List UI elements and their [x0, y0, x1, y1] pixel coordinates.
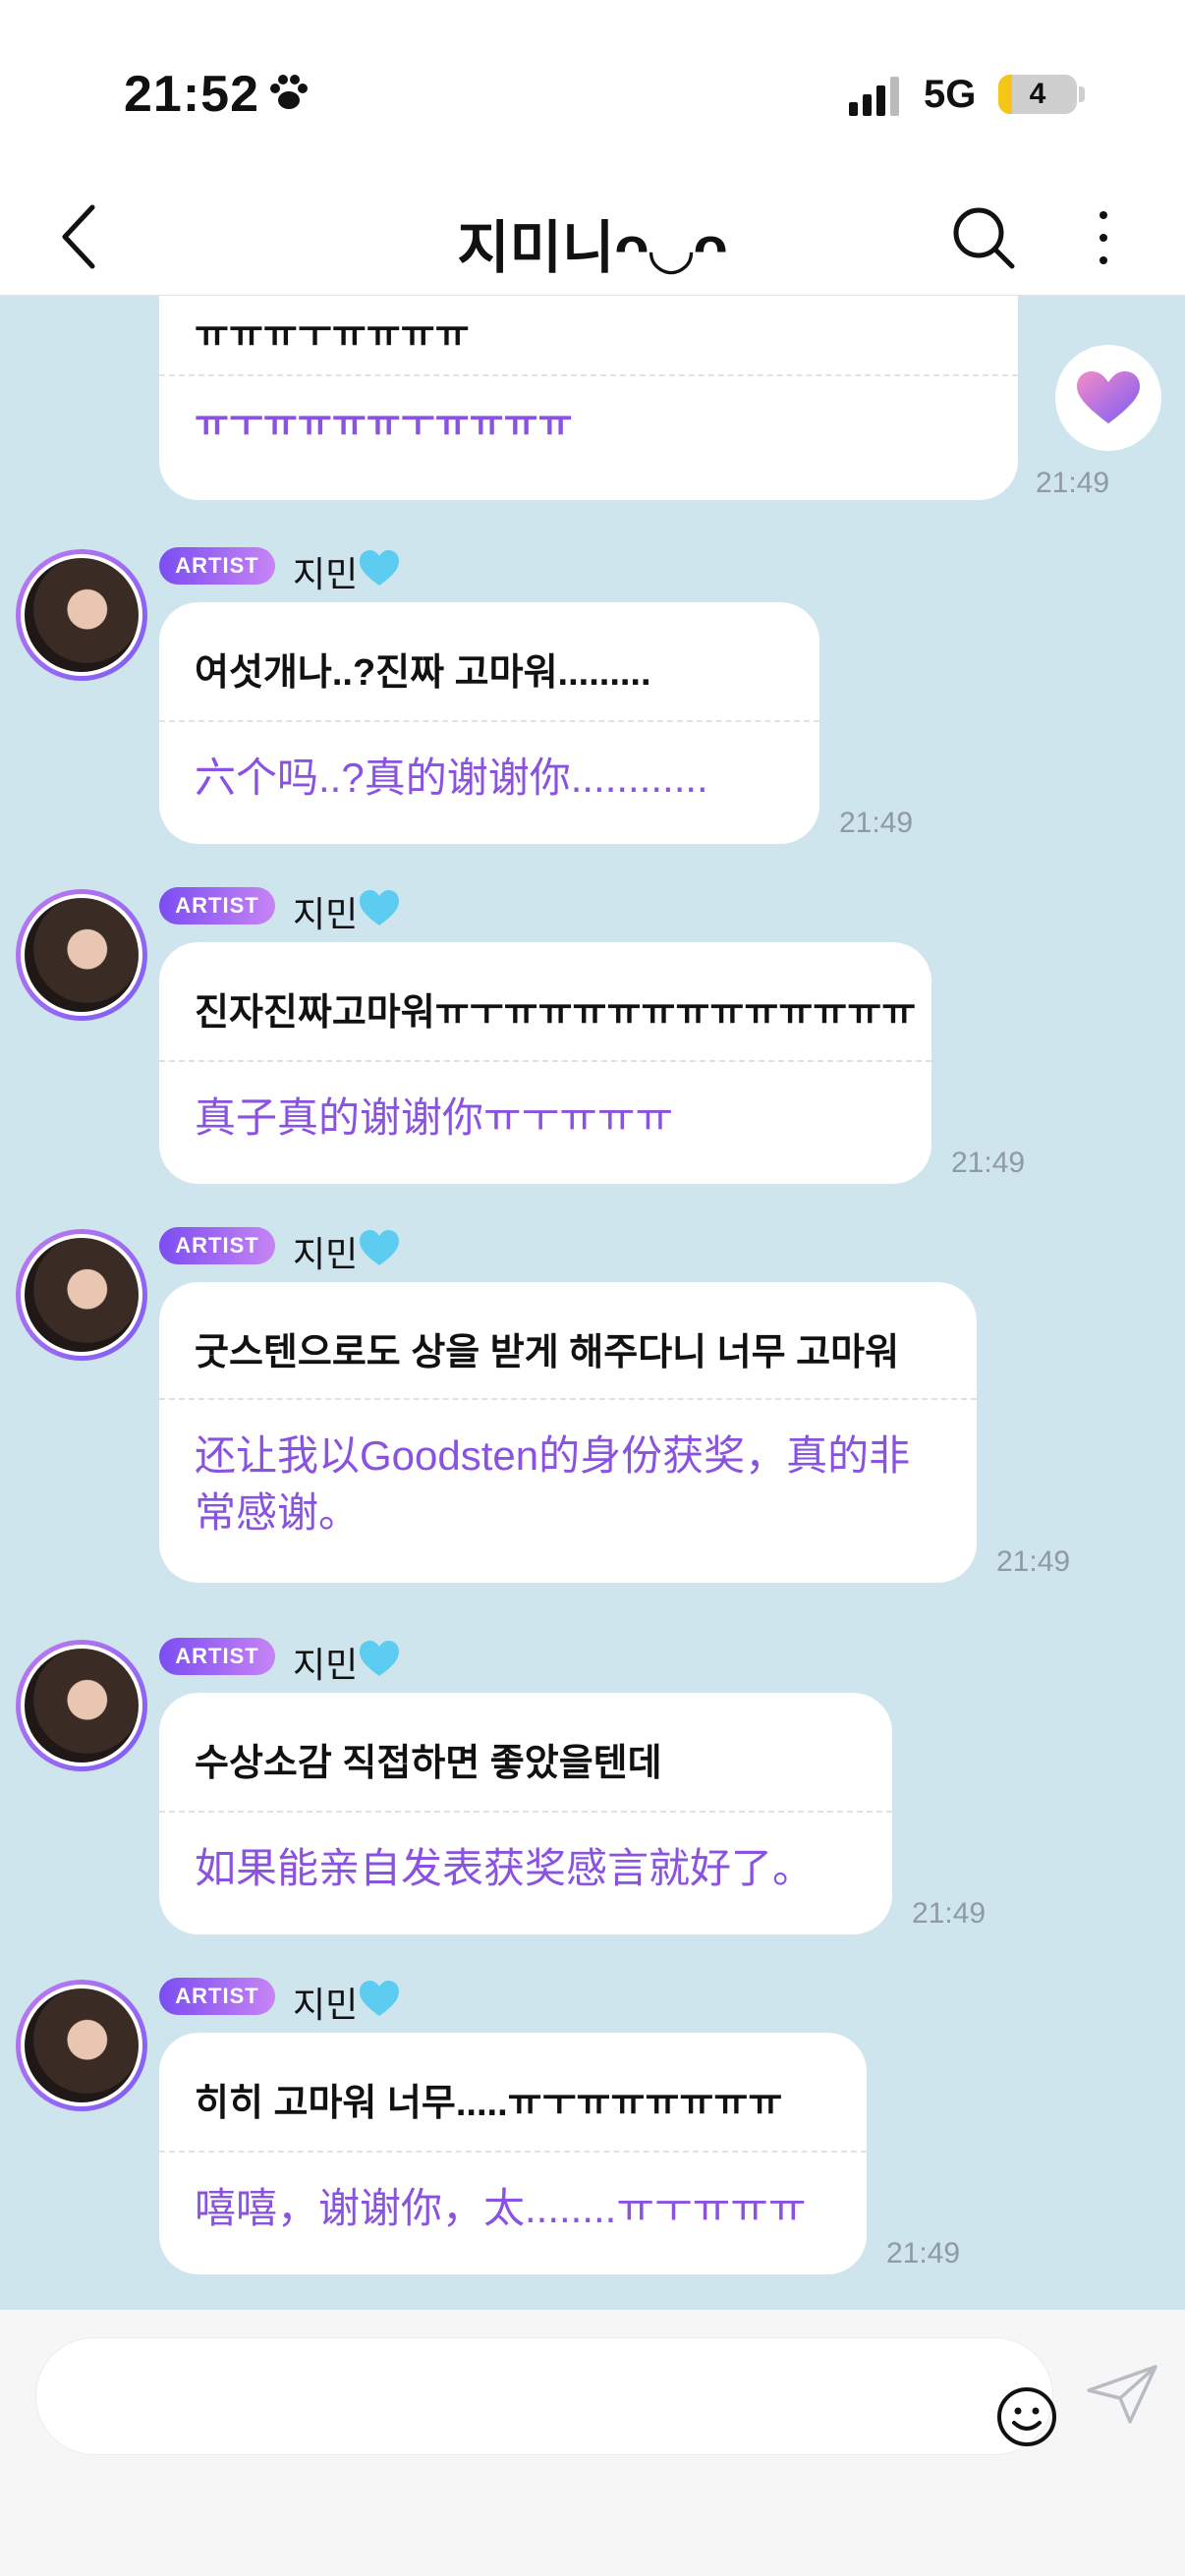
message-translation: 六个吗..?真的谢谢你............ [195, 755, 708, 801]
signal-icon [849, 77, 899, 116]
chat-area[interactable]: ㅠㅠㅠㅜㅠㅠㅠㅠ ㅠㅜㅠㅠㅠㅠㅜㅠㅠㅠㅠ 21:49 ARTIST 지민 여섯개… [0, 296, 1185, 2310]
heart-icon [360, 890, 399, 925]
artist-badge: ARTIST [159, 1227, 275, 1264]
message-time: 21:49 [886, 2237, 961, 2269]
message-bubble[interactable]: ㅠㅠㅠㅜㅠㅠㅠㅠ ㅠㅜㅠㅠㅠㅠㅜㅠㅠㅠㅠ [159, 296, 1018, 500]
message-time: 21:49 [1036, 467, 1110, 499]
message-original: 굿스텐으로도 상을 받게 해주다니 너무 고마워 [195, 1332, 900, 1373]
sender-name: 지민 [293, 554, 359, 594]
message-original: 진자진짜고마워ㅠㅜㅠㅠㅠㅠㅠㅠㅠㅠㅠㅠㅠㅠ [195, 992, 917, 1034]
chat-header: 지미니ᴖ◡ᴖ [0, 182, 1185, 296]
network-label: 5G [924, 73, 977, 116]
message-bubble[interactable]: 진자진짜고마워ㅠㅜㅠㅠㅠㅠㅠㅠㅠㅠㅠㅠㅠㅠ 真子真的谢谢你ㅠㅜㅠㅠㅠ [159, 942, 931, 1184]
avatar[interactable] [16, 1229, 147, 1361]
heart-icon [360, 1230, 399, 1265]
sender-name: 지민 [293, 894, 359, 934]
sender-name: 지민 [293, 1234, 359, 1274]
search-icon[interactable] [949, 201, 1018, 272]
message-bubble[interactable]: 여섯개나..?진짜 고마워......... 六个吗..?真的谢谢你......… [159, 602, 819, 844]
heart-icon [360, 1981, 399, 2016]
heart-icon [360, 550, 399, 586]
message-original: 수상소감 직접하면 좋았을텐데 [195, 1743, 662, 1784]
artist-badge: ARTIST [159, 1978, 275, 2015]
message-input[interactable] [35, 2337, 1056, 2455]
message-translation: 嘻嘻，谢谢你，太........ㅠㅜㅠㅠㅠ [195, 2185, 807, 2231]
status-bar: 21:52 5G 4 [0, 0, 1185, 182]
message-translation: 真子真的谢谢你ㅠㅜㅠㅠㅠ [195, 1094, 674, 1141]
emoji-icon[interactable] [995, 2385, 1058, 2448]
message-original: 여섯개나..?진짜 고마워......... [195, 652, 651, 694]
message-translation: ㅠㅜㅠㅠㅠㅠㅜㅠㅠㅠㅠ [195, 404, 573, 445]
send-icon[interactable] [1085, 2363, 1159, 2426]
battery-indicator: 4 [998, 75, 1077, 114]
artist-badge: ARTIST [159, 1638, 275, 1675]
more-icon[interactable] [1089, 203, 1118, 272]
avatar[interactable] [16, 1640, 147, 1771]
avatar[interactable] [16, 549, 147, 681]
battery-level: 4 [1029, 78, 1046, 110]
message-original: ㅠㅠㅠㅜㅠㅠㅠㅠ [195, 314, 470, 356]
message-time: 21:49 [912, 1897, 987, 1930]
message-bubble[interactable]: 수상소감 직접하면 좋았을텐데 如果能亲自发表获奖感言就好了。 [159, 1693, 892, 1934]
status-time: 21:52 [124, 66, 259, 123]
message-original: 히히 고마워 너무.....ㅠㅜㅠㅠㅠㅠㅠㅠ [195, 2083, 783, 2124]
message-time: 21:49 [839, 807, 914, 839]
heart-icon [360, 1641, 399, 1676]
avatar[interactable] [16, 1980, 147, 2111]
sender-name: 지민 [293, 1645, 359, 1685]
artist-badge: ARTIST [159, 887, 275, 924]
composer-bar [0, 2310, 1185, 2576]
message-translation: 如果能亲自发表获奖感言就好了。 [195, 1845, 815, 1891]
message-time: 21:49 [996, 1545, 1071, 1578]
message-time: 21:49 [951, 1147, 1026, 1179]
message-bubble[interactable]: 히히 고마워 너무.....ㅠㅜㅠㅠㅠㅠㅠㅠ 嘻嘻，谢谢你，太........ㅠ… [159, 2033, 867, 2274]
like-button[interactable] [1055, 345, 1161, 451]
artist-badge: ARTIST [159, 547, 275, 585]
heart-icon [1077, 371, 1140, 423]
avatar[interactable] [16, 889, 147, 1021]
sender-name: 지민 [293, 1985, 359, 2025]
paw-icon [270, 75, 308, 109]
message-translation: 还让我以Goodsten的身份获奖，真的非常感谢。 [195, 1432, 911, 1536]
message-bubble[interactable]: 굿스텐으로도 상을 받게 해주다니 너무 고마워 还让我以Goodsten的身份… [159, 1282, 977, 1583]
